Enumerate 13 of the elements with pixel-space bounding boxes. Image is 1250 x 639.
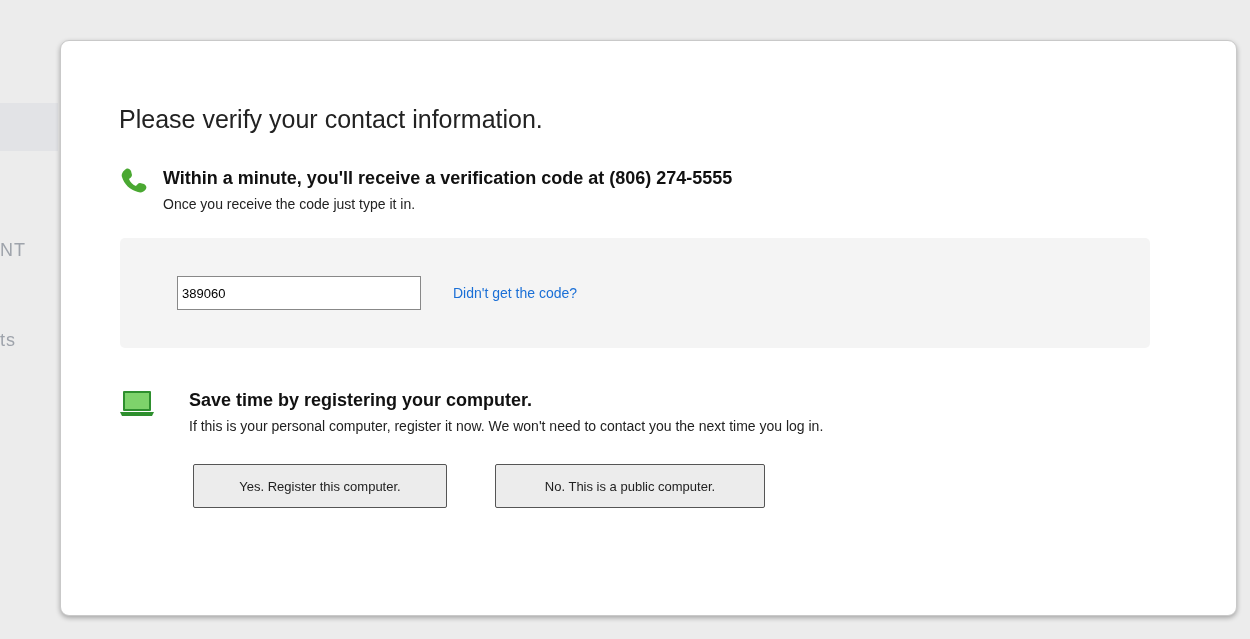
- resend-code-link[interactable]: Didn't get the code?: [453, 285, 578, 301]
- laptop-icon: [119, 389, 155, 419]
- section-text: Once you receive the code just type it in.: [163, 196, 417, 212]
- dialog-title: Please verify your contact information.: [119, 105, 544, 134]
- section-heading: Save time by registering your computer.: [189, 390, 534, 411]
- section-heading: Within a minute, you'll receive a verification code at (806) 274-5555: [163, 168, 733, 189]
- sidebar-text: ts: [0, 330, 16, 351]
- sidebar-item: [0, 103, 58, 151]
- choice-button[interactable]: Yes. Register this computer.: [193, 464, 447, 508]
- code-input[interactable]: 389060: [177, 276, 421, 310]
- sidebar-text: NT: [0, 240, 26, 261]
- section-text: If this is your personal computer, register it now. We won't need to contact you the next time you log in.: [189, 418, 824, 434]
- choice-button[interactable]: No. This is a public computer.: [495, 464, 765, 508]
